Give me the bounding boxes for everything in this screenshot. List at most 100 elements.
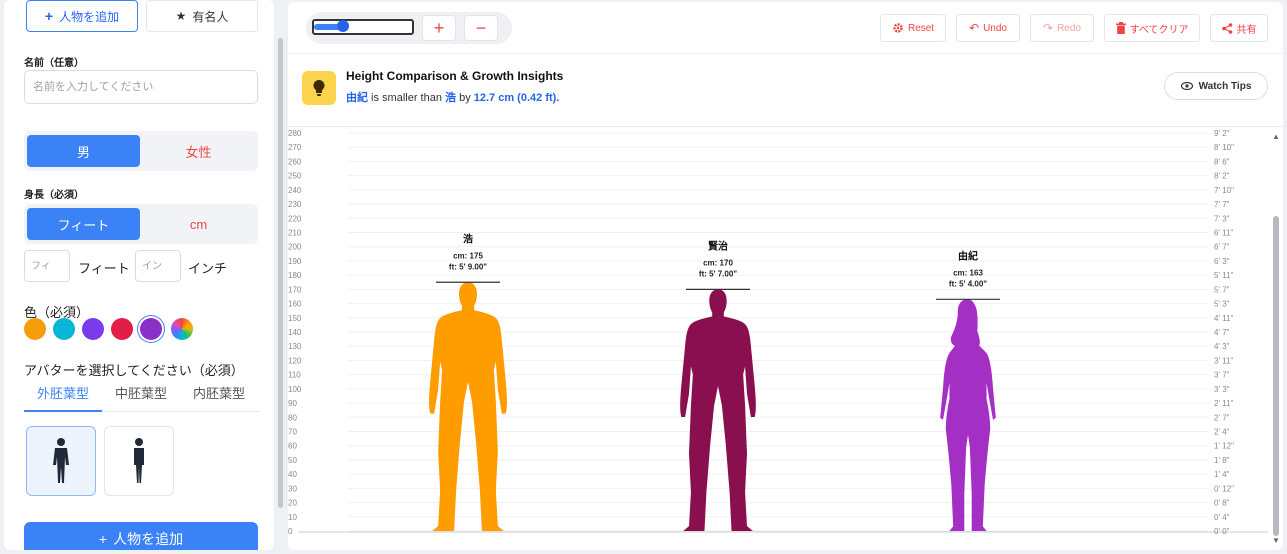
y-tick-cm: 210 [288,229,302,238]
gender-female-button[interactable]: 女性 [142,135,255,167]
scroll-up-icon[interactable]: ▲ [1272,132,1280,141]
insight-mid-text: is smaller than [368,92,446,104]
zoom-slider-handle[interactable] [337,20,350,32]
feet-input[interactable] [24,250,70,282]
left-scrollbar[interactable] [277,0,285,550]
avatar-tab-mesomorph[interactable]: 中胚葉型 [102,384,180,412]
y-tick-cm: 150 [288,314,302,323]
y-tick-ft: 3' 3" [1214,385,1230,394]
redo-button[interactable]: ↷ Redo [1030,14,1094,42]
gear-icon [893,23,903,33]
avatar-option-2[interactable] [104,426,174,496]
unit-feet-button[interactable]: フィート [27,208,140,240]
person-cm: cm: 163 [953,268,983,277]
avatar-label: アバターを選択してください（必須） [24,363,244,378]
zoom-out-button[interactable]: − [464,15,498,41]
share-button[interactable]: 共有 [1210,14,1268,42]
person-ft: ft: 5' 4.00" [949,279,987,288]
y-tick-ft: 5' 7" [1214,285,1230,294]
y-tick-ft: 1' 4" [1214,470,1230,479]
color-swatch-red[interactable] [111,318,133,340]
redo-label: Redo [1057,22,1081,34]
y-tick-ft: 4' 7" [1214,328,1230,337]
y-tick-ft: 5' 3" [1214,300,1230,309]
y-tick-ft: 2' 11" [1214,399,1234,408]
left-scrollbar-thumb[interactable] [278,38,283,508]
star-icon: ★ [175,9,187,23]
y-tick-ft: 0' 4" [1214,513,1230,522]
person-silhouette[interactable] [940,299,996,531]
unit-cm-button[interactable]: cm [142,208,255,240]
gender-toggle: 男 女性 [24,131,258,171]
insight-name-a: 由紀 [346,92,368,104]
y-tick-ft: 2' 4" [1214,428,1230,437]
watch-tips-button[interactable]: Watch Tips [1164,72,1268,100]
y-tick-cm: 280 [288,129,302,138]
y-tick-ft: 4' 11" [1214,314,1234,323]
y-tick-ft: 1' 8" [1214,456,1230,465]
name-input[interactable] [24,70,258,104]
y-tick-cm: 40 [288,470,297,479]
y-tick-ft: 1' 12" [1214,442,1234,451]
y-tick-ft: 4' 3" [1214,342,1230,351]
lightbulb-icon [302,71,336,105]
color-picker-icon[interactable] [171,318,193,340]
color-swatch-cyan[interactable] [53,318,75,340]
add-person-button[interactable]: + 人物を追加 [24,522,258,550]
scroll-down-icon[interactable]: ▼ [1272,536,1280,545]
y-tick-cm: 60 [288,442,297,451]
y-tick-ft: 8' 2" [1214,172,1230,181]
person-figure[interactable]: 賢治 cm: 170 ft: 5' 7.00" [680,239,756,531]
clear-all-button[interactable]: すべてクリア [1104,14,1200,42]
y-tick-ft: 5' 11" [1214,271,1234,280]
person-cm: cm: 170 [703,258,733,267]
person-figure[interactable]: 浩 cm: 175 ft: 5' 9.00" [429,232,507,531]
color-swatch-orange[interactable] [24,318,46,340]
chart-people: 浩 cm: 175 ft: 5' 9.00" 賢治 cm: 170 ft: 5' 7.00… [429,232,1000,531]
y-tick-ft: 6' 7" [1214,243,1230,252]
y-tick-cm: 140 [288,328,302,337]
reset-button[interactable]: Reset [880,14,946,42]
male-avatar-icon [53,438,69,483]
y-tick-cm: 230 [288,200,302,209]
y-tick-cm: 110 [288,371,301,380]
celebrity-tab[interactable]: ★ 有名人 [146,0,258,32]
color-swatch-violet[interactable] [82,318,104,340]
avatar-tab-ectomorph[interactable]: 外胚葉型 [24,384,102,412]
add-person-tab[interactable]: + 人物を追加 [26,0,138,32]
person-name: 浩 [463,232,473,245]
undo-button[interactable]: ↶ Undo [956,14,1020,42]
insight-text: 由紀 is smaller than 浩 by 12.7 cm (0.42 ft… [346,89,559,105]
color-swatch-purple-selected[interactable] [140,318,162,340]
y-tick-cm: 240 [288,186,302,195]
zoom-in-button[interactable]: + [422,15,456,41]
y-tick-ft: 3' 7" [1214,371,1230,380]
y-tick-cm: 170 [288,285,302,294]
unit-toggle: フィート cm [24,204,258,244]
y-tick-cm: 20 [288,499,297,508]
inch-input[interactable] [135,250,181,282]
height-chart: 0 10 20 30 40 50 60 70 80 90 100 110 120 130 140 150 160… [288,129,1268,536]
y-tick-cm: 180 [288,271,302,280]
y-tick-cm: 220 [288,214,302,223]
person-silhouette[interactable] [680,289,756,531]
y-tick-ft: 6' 11" [1214,229,1234,238]
gender-male-button[interactable]: 男 [27,135,140,167]
person-silhouette[interactable] [429,282,507,531]
zoom-slider[interactable] [312,19,414,35]
avatar-tab-endomorph[interactable]: 内胚葉型 [180,384,258,412]
undo-icon: ↶ [969,21,980,35]
chart-scrollbar-thumb[interactable] [1273,216,1279,536]
y-tick-cm: 50 [288,456,297,465]
avatar-option-1-selected[interactable] [26,426,96,496]
person-cm: cm: 175 [453,251,483,260]
share-label: 共有 [1236,24,1257,36]
y-tick-ft: 0' 12" [1214,484,1234,493]
undo-label: Undo [983,22,1007,34]
clear-all-label: すべてクリア [1129,24,1189,36]
y-tick-ft: 0' 8" [1214,499,1230,508]
y-tick-cm: 250 [288,172,302,181]
chart-scrollbar[interactable]: ▲ ▼ [1270,128,1283,548]
eye-icon [1180,82,1193,90]
inch-unit-label: インチ [188,261,228,276]
